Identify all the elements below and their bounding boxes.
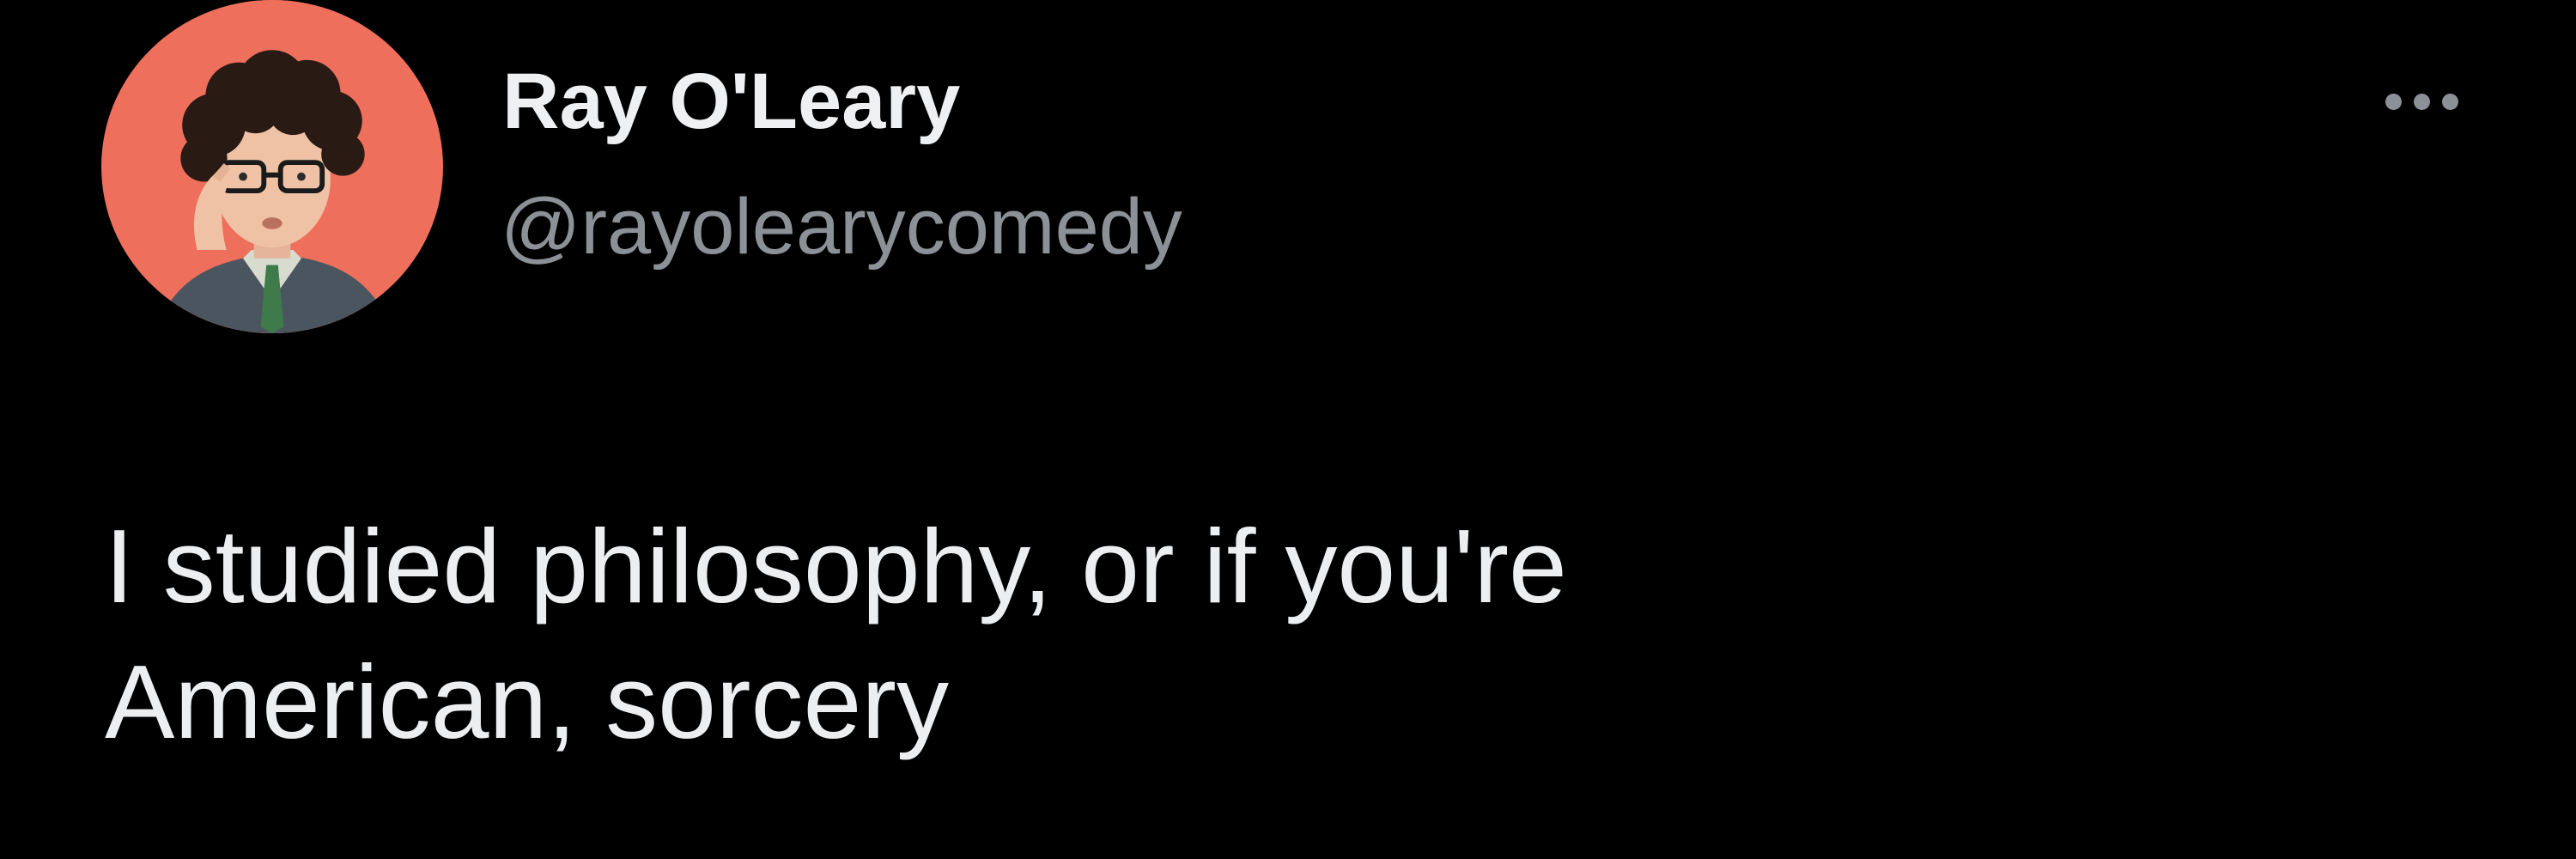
more-horizontal-icon-dot [2441,93,2458,110]
more-options-button[interactable] [2370,79,2473,124]
author-display-name[interactable]: Ray O'Leary [502,62,960,141]
avatar[interactable] [101,0,443,333]
tweet-text-line: I studied philosophy, or if you're [105,508,1567,624]
author-handle[interactable]: @rayolearycomedy [501,187,1182,266]
more-horizontal-icon-dot [2413,93,2430,110]
tweet-card: Ray O'Leary @rayolearycomedy I studied p… [0,0,2576,859]
tweet-text: I studied philosophy, or if you're Ameri… [105,498,2423,770]
more-horizontal-icon [2385,93,2402,110]
tweet-text-line: American, sorcery [105,643,950,760]
avatar-photo [106,0,439,333]
